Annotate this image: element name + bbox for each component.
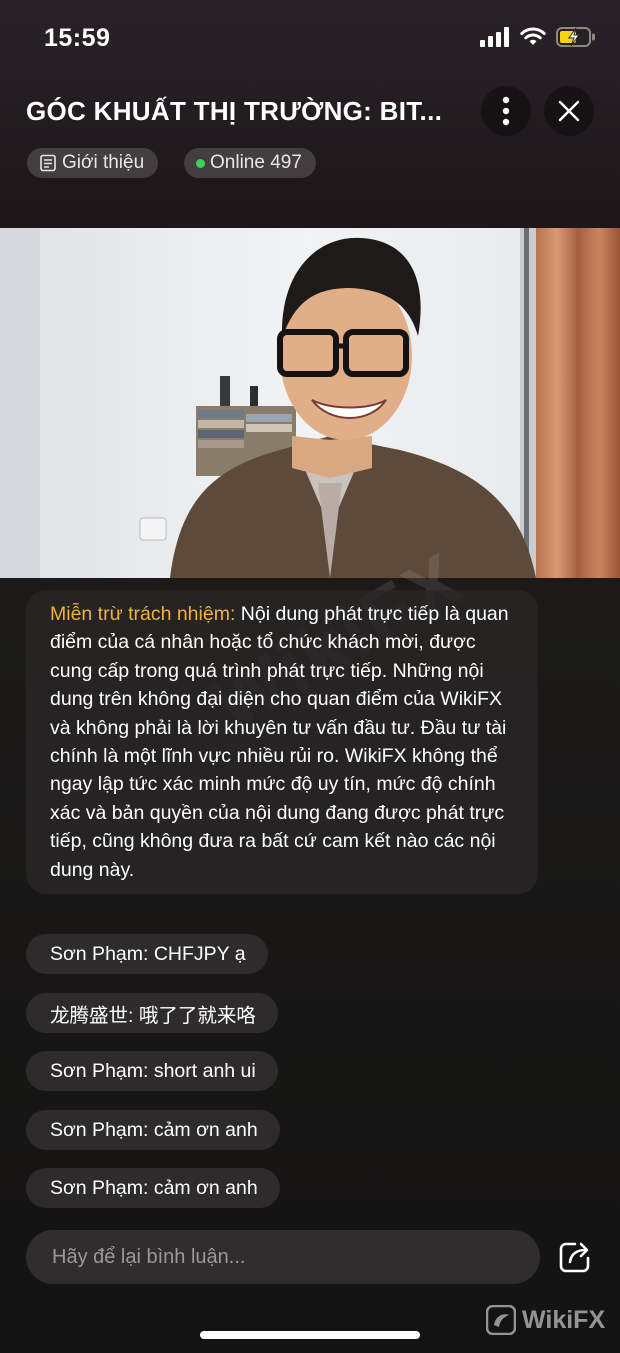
share-icon: [559, 1242, 590, 1273]
share-button[interactable]: [554, 1236, 596, 1278]
disclaimer-text: Nội dung phát trực tiếp là quan điểm của…: [50, 603, 509, 881]
signal-icon: [480, 27, 509, 47]
home-indicator[interactable]: [200, 1331, 420, 1339]
more-vertical-icon: [502, 96, 510, 126]
stream-title: GÓC KHUẤT THỊ TRƯỜNG: BIT...: [26, 96, 443, 126]
chat-message: Sơn Phạm: cảm ơn anh: [26, 1110, 280, 1150]
disclaimer-label: Miễn trừ trách nhiệm:: [50, 603, 236, 625]
status-bar: 15:59: [0, 0, 620, 78]
online-dot-icon: [196, 158, 205, 168]
status-time: 15:59: [44, 24, 111, 52]
disclaimer-message: Miễn trừ trách nhiệm: Nội dung phát trực…: [26, 590, 538, 895]
comment-input[interactable]: [26, 1230, 540, 1284]
close-button[interactable]: [544, 86, 594, 136]
battery-charging-icon: [556, 27, 595, 47]
intro-button[interactable]: Giới thiệu: [27, 148, 159, 178]
wikifx-watermark: WikiFX: [486, 1305, 605, 1335]
chat-message: Sơn Phạm: short anh ui: [26, 1051, 278, 1091]
close-icon: [558, 100, 580, 122]
chat-message: Sơn Phạm: cảm ơn anh: [26, 1168, 280, 1208]
wikifx-logo-icon: [486, 1305, 516, 1335]
document-icon: [40, 154, 56, 172]
intro-label: Giới thiệu: [62, 152, 145, 173]
chat-area: WikiFX Miễn trừ trách nhiệm: Nội dung ph…: [0, 536, 620, 1228]
more-button[interactable]: [481, 86, 531, 136]
online-count: Online 497: [210, 152, 302, 173]
video-frame-image: [0, 228, 620, 578]
comment-bar: [26, 1230, 540, 1284]
live-header: GÓC KHUẤT THỊ TRƯỜNG: BIT... Giới thiệu …: [0, 80, 620, 220]
wifi-icon: [520, 27, 546, 45]
status-icons: [480, 26, 596, 48]
chat-message: Sơn Phạm: CHFJPY ạ: [26, 934, 268, 974]
wikifx-brand-text: WikiFX: [522, 1305, 606, 1334]
live-video[interactable]: [0, 228, 620, 578]
online-badge: Online 497: [184, 148, 316, 178]
chat-message: 龙腾盛世: 哦了了就来咯: [26, 993, 278, 1033]
